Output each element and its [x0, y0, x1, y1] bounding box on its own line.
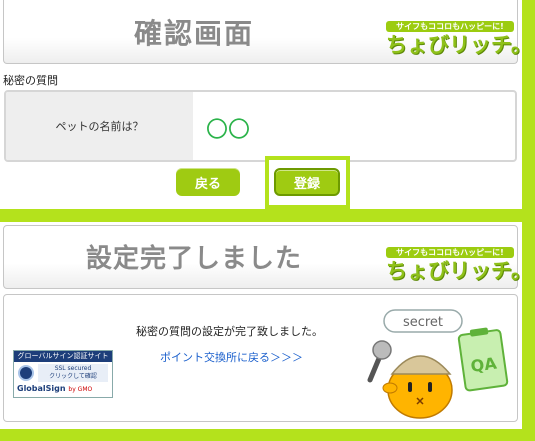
logo-name: ちょびリッチ。	[386, 259, 532, 283]
brand-by: by GMO	[68, 386, 93, 393]
ssl-line1: SSL secured	[54, 365, 92, 372]
seal-header: グローバルサイン認証サイト	[14, 351, 112, 362]
chobirich-logo[interactable]: サイフもココロもハッピーに! ちょびリッチ。	[386, 21, 532, 59]
brand-name: GlobalSign	[17, 384, 66, 393]
completion-message: 秘密の質問の設定が完了致しました。	[136, 325, 323, 338]
microphone-icon	[367, 340, 392, 383]
ssl-line2: クリックして確認	[49, 373, 97, 380]
section-label: 秘密の質問	[3, 74, 58, 87]
complete-title: 設定完了しました	[85, 244, 302, 274]
mascot-hat	[390, 355, 452, 375]
question-text: ペットの名前は？	[55, 120, 144, 133]
bubble-text: secret	[403, 315, 443, 330]
question-label: ペットの名前は？	[6, 92, 193, 160]
confirm-panel: 確認画面 サイフもココロもハッピーに! ちょびリッチ。 秘密の質問 ペットの名前…	[0, 0, 532, 209]
globalsign-eye-icon	[18, 365, 34, 381]
logo-tagline: サイフもココロもハッピーに!	[386, 21, 514, 32]
mascot-illustration: secret QA	[367, 309, 509, 419]
register-button[interactable]: 登録	[274, 168, 340, 196]
board-text: QA	[469, 353, 498, 376]
page-title: 確認画面	[133, 17, 254, 50]
ssl-label: SSL secured クリックして確認	[38, 364, 108, 382]
seal-brand: GlobalSign by GMO	[17, 384, 92, 393]
chobirich-logo[interactable]: サイフもココロもハッピーに! ちょびリッチ。	[386, 247, 532, 285]
point-exchange-link[interactable]: ポイント交換所に戻る＞＞＞	[160, 349, 303, 365]
back-button[interactable]: 戻る	[176, 168, 240, 196]
clipboard-icon: QA	[457, 327, 509, 392]
secret-question-box: ペットの名前は？ 〇〇	[4, 90, 517, 162]
logo-name: ちょびリッチ。	[386, 33, 532, 57]
answer-value: 〇〇	[206, 118, 251, 143]
confirm-header: 確認画面 サイフもココロもハッピーに! ちょびリッチ。	[3, 0, 532, 64]
complete-header: 設定完了しました サイフもココロもハッピーに! ちょびリッチ。	[3, 225, 532, 289]
logo-tagline: サイフもココロもハッピーに!	[386, 247, 514, 258]
globalsign-seal[interactable]: グローバルサイン認証サイト SSL secured クリックして確認 Globa…	[13, 350, 113, 398]
